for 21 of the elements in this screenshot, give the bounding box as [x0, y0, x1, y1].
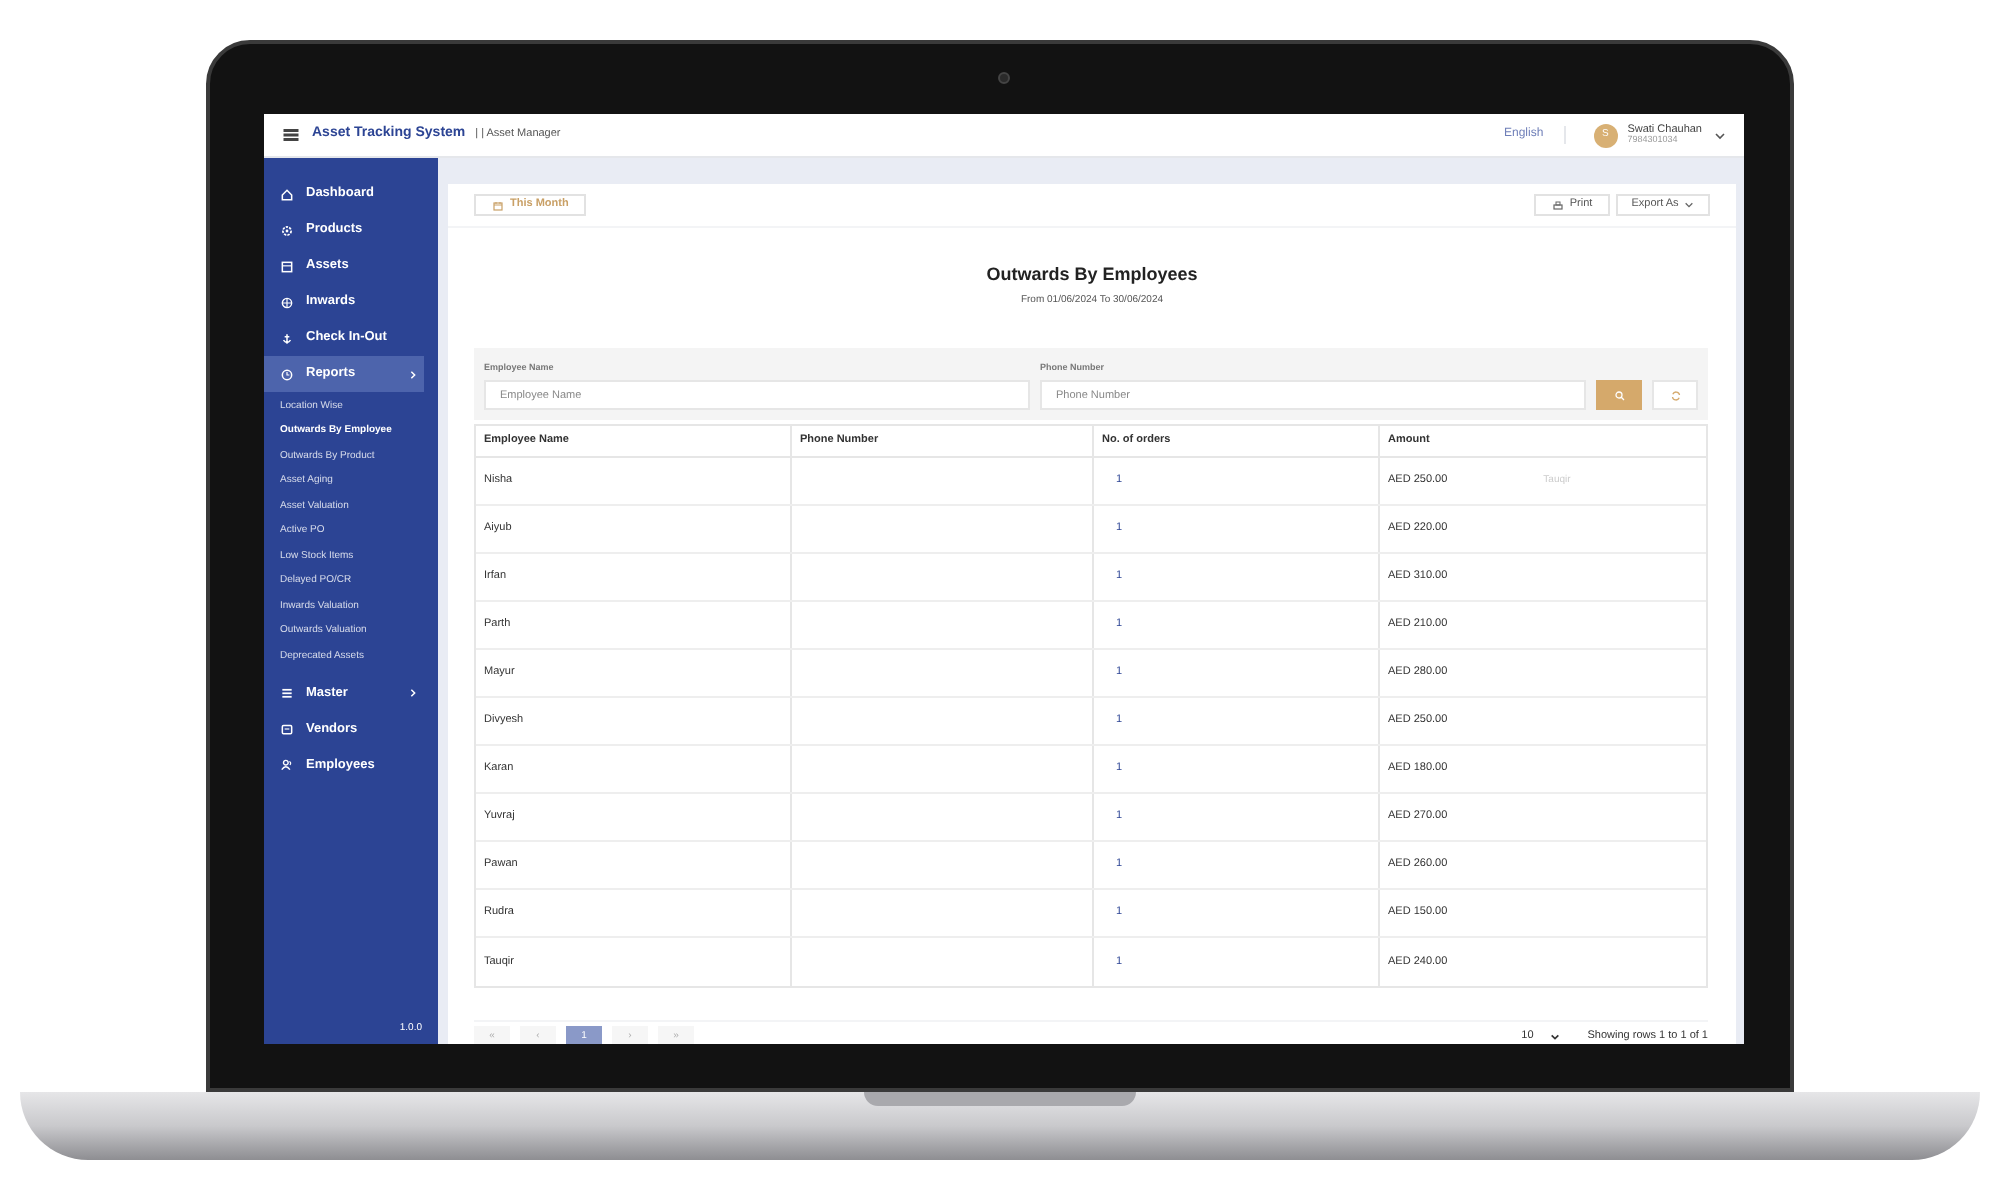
chevron-down-icon [1684, 200, 1695, 210]
calendar-icon [492, 199, 504, 211]
menu-icon [282, 126, 300, 144]
house-icon [280, 187, 294, 201]
gear-icon [280, 223, 294, 237]
list-icon [280, 686, 294, 700]
chevron-down-icon [1714, 129, 1726, 141]
refresh-button[interactable] [1652, 380, 1698, 410]
refresh-icon [1669, 389, 1681, 401]
globe-icon [280, 295, 294, 309]
search-button[interactable] [1596, 380, 1642, 410]
anchor-icon [280, 331, 294, 345]
report-title: Outwards By Employees [986, 262, 1198, 288]
camera-icon [998, 72, 1010, 84]
people-icon [280, 758, 294, 772]
clock-icon [280, 367, 294, 381]
box-icon [280, 259, 294, 273]
search-icon [1613, 389, 1625, 401]
printer-icon [1551, 199, 1564, 211]
store-icon [280, 722, 294, 736]
chevron-down-icon [1549, 1032, 1560, 1042]
